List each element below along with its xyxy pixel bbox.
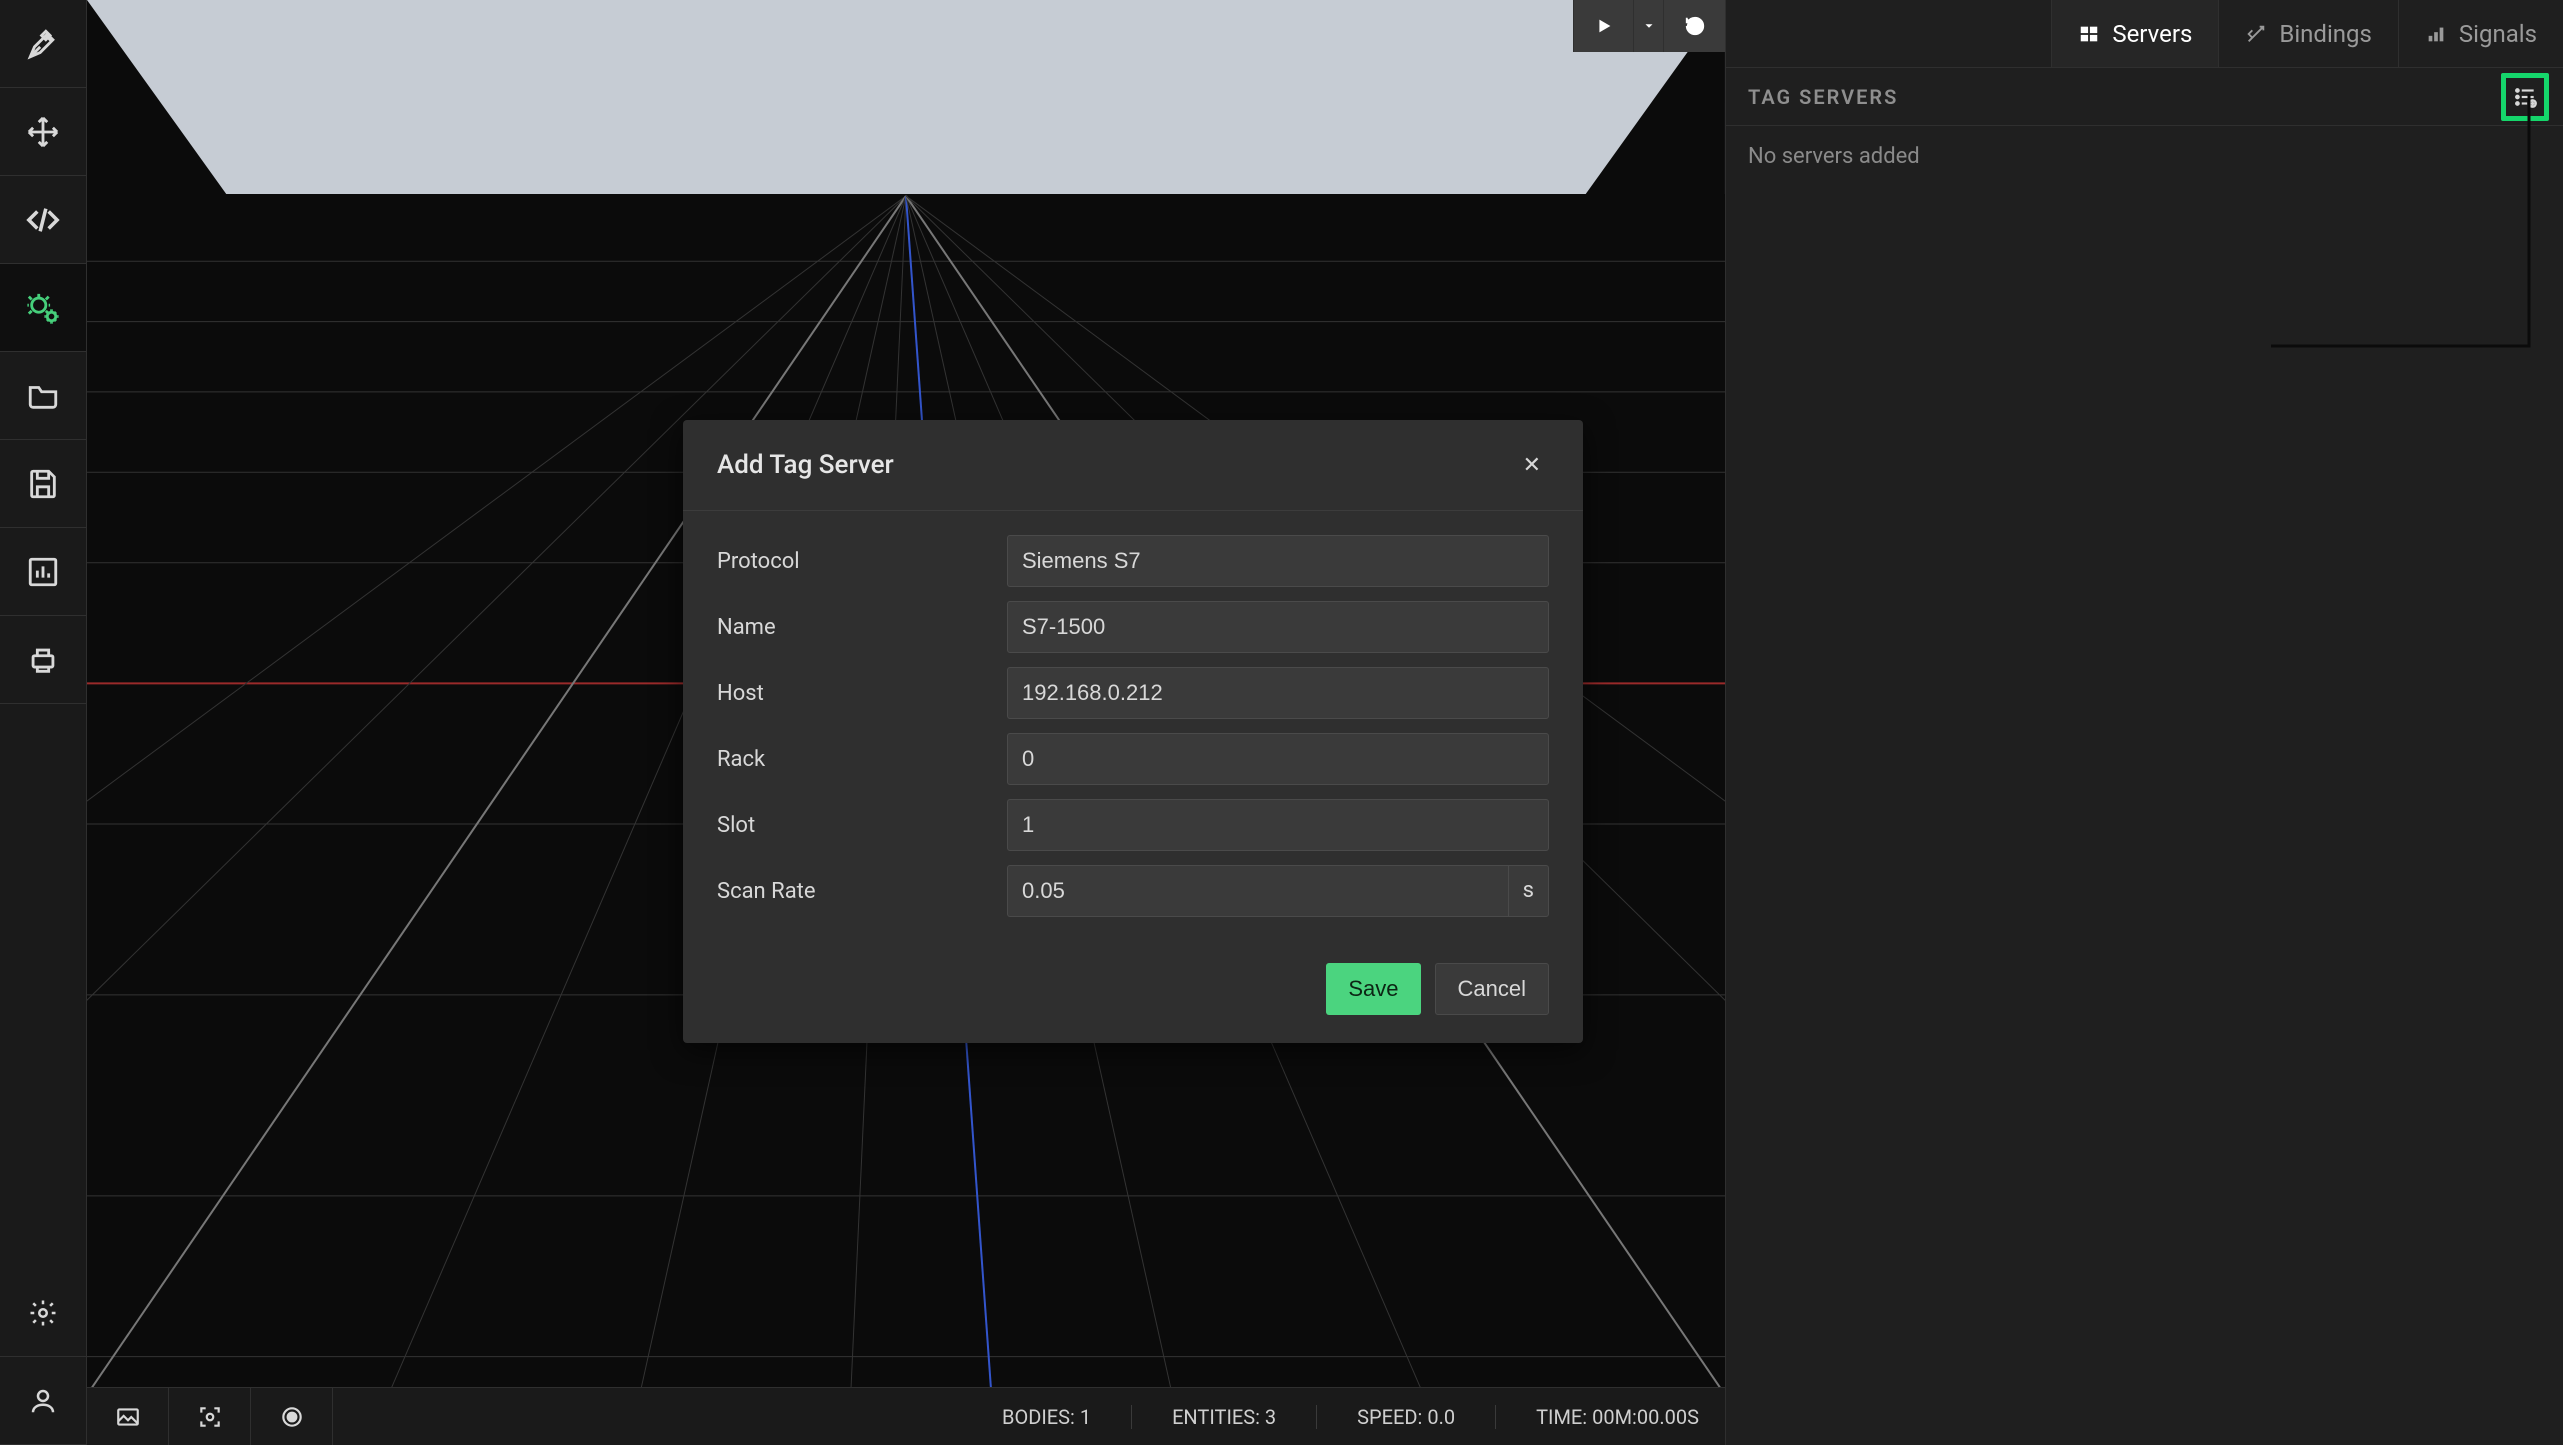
image-icon [115, 1404, 141, 1430]
history-icon [1684, 15, 1706, 37]
bug-gear-icon [26, 291, 60, 325]
gear-icon [28, 1298, 58, 1328]
print-icon [26, 643, 60, 677]
host-input[interactable] [1007, 667, 1549, 719]
chart-icon [26, 555, 60, 589]
right-panel: Servers Bindings Signals TAG SERVERS No … [1725, 0, 2563, 1445]
play-button[interactable] [1573, 0, 1633, 52]
sidebar-item-user[interactable] [0, 1357, 86, 1445]
slot-label: Slot [717, 813, 1007, 838]
play-icon [1593, 15, 1615, 37]
status-entities: ENTITIES: 3 [1131, 1405, 1276, 1429]
status-focus-button[interactable] [169, 1388, 251, 1445]
protocol-select[interactable] [1007, 535, 1549, 587]
list-add-icon [2512, 84, 2538, 110]
user-icon [28, 1386, 58, 1416]
code-icon [26, 203, 60, 237]
scanrate-input[interactable] [1007, 865, 1508, 917]
close-icon: ✕ [1523, 452, 1541, 477]
name-label: Name [717, 615, 1007, 640]
status-speed: SPEED: 0.0 [1316, 1405, 1455, 1429]
left-sidebar [0, 0, 87, 1445]
modal-title: Add Tag Server [717, 450, 894, 480]
save-icon [26, 467, 60, 501]
sidebar-item-tools[interactable] [0, 0, 86, 88]
add-server-button[interactable] [2501, 73, 2549, 121]
sidebar-item-folder[interactable] [0, 352, 86, 440]
slot-input[interactable] [1007, 799, 1549, 851]
cancel-button[interactable]: Cancel [1435, 963, 1549, 1015]
save-button[interactable]: Save [1326, 963, 1420, 1015]
move-icon [26, 115, 60, 149]
add-tag-server-modal: Add Tag Server ✕ Protocol Name Host [683, 420, 1583, 1043]
host-label: Host [717, 681, 1007, 706]
modal-close-button[interactable]: ✕ [1515, 448, 1549, 482]
protocol-label: Protocol [717, 549, 1007, 574]
main-area: Add Tag Server ✕ Protocol Name Host [87, 0, 1725, 1445]
sidebar-item-settings[interactable] [0, 1269, 86, 1357]
status-bodies: BODIES: 1 [1002, 1405, 1091, 1429]
sidebar-item-chart[interactable] [0, 528, 86, 616]
servers-icon [2078, 23, 2100, 45]
scanrate-label: Scan Rate [717, 879, 1007, 904]
viewport-3d[interactable]: Add Tag Server ✕ Protocol Name Host [87, 0, 1725, 1387]
history-button[interactable] [1663, 0, 1725, 52]
rack-label: Rack [717, 747, 1007, 772]
panel-header: TAG SERVERS [1726, 68, 2563, 126]
folder-icon [26, 379, 60, 413]
panel-header-title: TAG SERVERS [1748, 85, 1898, 109]
tab-signals[interactable]: Signals [2398, 0, 2563, 67]
tools-icon [26, 27, 60, 61]
record-icon [279, 1404, 305, 1430]
panel-body: No servers added [1726, 126, 2563, 187]
rack-input[interactable] [1007, 733, 1549, 785]
sidebar-item-code[interactable] [0, 176, 86, 264]
tab-signals-label: Signals [2459, 20, 2537, 48]
name-input[interactable] [1007, 601, 1549, 653]
sidebar-item-debug[interactable] [0, 264, 86, 352]
signals-icon [2425, 23, 2447, 45]
status-camera-button[interactable] [87, 1388, 169, 1445]
tab-bindings-label: Bindings [2279, 20, 2372, 48]
tab-servers[interactable]: Servers [2051, 0, 2218, 67]
play-dropdown-button[interactable] [1633, 0, 1663, 52]
sidebar-item-move[interactable] [0, 88, 86, 176]
tab-servers-label: Servers [2112, 20, 2192, 48]
tab-bindings[interactable]: Bindings [2218, 0, 2398, 67]
chevron-down-icon [1642, 19, 1656, 33]
status-time: TIME: 00M:00.00S [1495, 1405, 1699, 1429]
viewport-toolbar [1573, 0, 1725, 52]
scanrate-suffix: s [1508, 865, 1549, 917]
status-bar: BODIES: 1 ENTITIES: 3 SPEED: 0.0 TIME: 0… [87, 1387, 1725, 1445]
bindings-icon [2245, 23, 2267, 45]
sidebar-item-print[interactable] [0, 616, 86, 704]
no-servers-text: No servers added [1748, 144, 2541, 169]
focus-icon [197, 1404, 223, 1430]
right-tabs: Servers Bindings Signals [1726, 0, 2563, 68]
sidebar-item-save[interactable] [0, 440, 86, 528]
status-record-button[interactable] [251, 1388, 333, 1445]
